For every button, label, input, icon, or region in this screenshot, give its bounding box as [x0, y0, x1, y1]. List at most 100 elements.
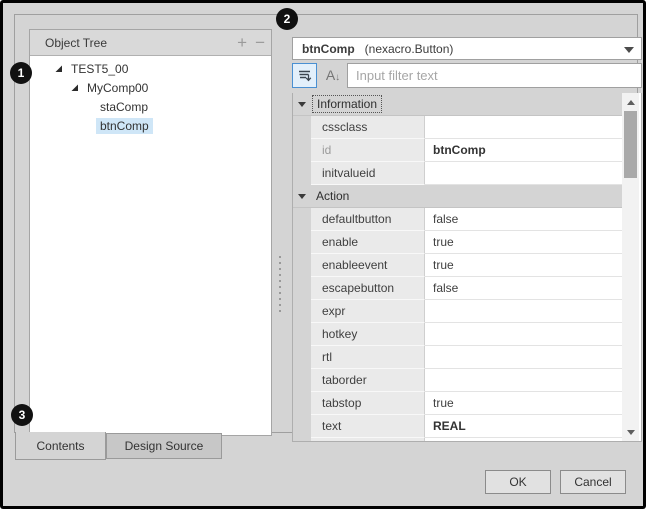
- tree-node-btncomp-selected[interactable]: btnComp: [30, 116, 271, 135]
- remove-node-button[interactable]: −: [255, 34, 265, 51]
- row-gutter: [293, 300, 311, 323]
- property-value[interactable]: false: [425, 208, 623, 231]
- cancel-button[interactable]: Cancel: [560, 470, 626, 494]
- category-row-action[interactable]: Action: [293, 185, 623, 208]
- component-properties-dialog: Object Tree + − TEST5_00 MyComp00: [3, 3, 643, 506]
- ok-button[interactable]: OK: [485, 470, 551, 494]
- object-tree-header: Object Tree + −: [30, 30, 271, 56]
- property-row-hotkey: hotkey: [293, 323, 623, 346]
- collapse-arrow-icon[interactable]: [293, 102, 311, 107]
- property-value[interactable]: [425, 369, 623, 392]
- property-label: hotkey: [311, 323, 425, 346]
- annotation-badge-2: 2: [276, 8, 298, 30]
- property-row-initvalueid: initvalueid: [293, 162, 623, 185]
- property-row-tooltiptext: tooltiptext: [293, 438, 623, 442]
- contents-tab-page: Object Tree + − TEST5_00 MyComp00: [14, 14, 638, 433]
- panel-splitter-handle[interactable]: [278, 256, 283, 312]
- tree-node-mycomp00[interactable]: MyComp00: [30, 78, 271, 97]
- tree-expanded-icon[interactable]: [70, 83, 80, 93]
- property-value[interactable]: [425, 346, 623, 369]
- row-gutter: [293, 415, 311, 438]
- tree-node-label[interactable]: MyComp00: [83, 80, 152, 96]
- categorized-view-icon: [296, 67, 313, 84]
- property-value[interactable]: true: [425, 231, 623, 254]
- property-value[interactable]: [425, 438, 623, 442]
- category-label[interactable]: Information: [312, 95, 382, 113]
- scrollbar-thumb[interactable]: [624, 111, 637, 178]
- alphabetic-sort-icon: A: [326, 65, 335, 85]
- category-row-information[interactable]: Information: [293, 93, 623, 116]
- annotation-badge-1: 1: [10, 62, 32, 84]
- tree-node-label[interactable]: btnComp: [96, 118, 153, 134]
- property-label: initvalueid: [311, 162, 425, 185]
- property-grid: Information cssclass id btnComp i: [292, 93, 642, 442]
- property-label: text: [311, 415, 425, 438]
- categorized-view-button[interactable]: [292, 63, 317, 88]
- property-row-rtl: rtl: [293, 346, 623, 369]
- property-value[interactable]: btnComp: [425, 139, 623, 162]
- property-label: enable: [311, 231, 425, 254]
- row-gutter: [293, 208, 311, 231]
- property-row-escapebutton: escapebutton false: [293, 277, 623, 300]
- vertical-scrollbar[interactable]: [622, 93, 639, 441]
- alphabetic-sort-button[interactable]: A ↓: [321, 65, 345, 87]
- object-tree-title: Object Tree: [45, 36, 107, 50]
- property-row-id: id btnComp: [293, 139, 623, 162]
- row-gutter: [293, 231, 311, 254]
- row-gutter: [293, 162, 311, 185]
- property-row-text: text REAL: [293, 415, 623, 438]
- property-row-tabstop: tabstop true: [293, 392, 623, 415]
- property-row-enableevent: enableevent true: [293, 254, 623, 277]
- down-arrow-icon: ↓: [335, 65, 340, 91]
- tree-expanded-icon[interactable]: [54, 64, 64, 74]
- property-row-taborder: taborder: [293, 369, 623, 392]
- object-tree-panel: Object Tree + − TEST5_00 MyComp00: [29, 29, 272, 436]
- collapse-arrow-icon[interactable]: [293, 194, 311, 199]
- row-gutter: [293, 277, 311, 300]
- tree-node-label[interactable]: TEST5_00: [67, 61, 132, 77]
- property-value[interactable]: [425, 300, 623, 323]
- row-gutter: [293, 116, 311, 139]
- row-gutter: [293, 346, 311, 369]
- category-label[interactable]: Action: [312, 188, 353, 204]
- property-label: tooltiptext: [311, 438, 425, 442]
- object-tree-body: TEST5_00 MyComp00 staComp btnComp: [30, 56, 271, 135]
- property-label: tabstop: [311, 392, 425, 415]
- filter-input[interactable]: [347, 63, 642, 88]
- component-selector-combobox[interactable]: btnComp (nexacro.Button): [292, 37, 642, 60]
- scroll-down-icon[interactable]: [623, 425, 638, 439]
- property-label: expr: [311, 300, 425, 323]
- property-value[interactable]: [425, 162, 623, 185]
- row-gutter: [293, 254, 311, 277]
- selected-component-id: btnComp: [302, 42, 355, 56]
- selected-component-type: (nexacro.Button): [365, 42, 454, 56]
- property-row-expr: expr: [293, 300, 623, 323]
- annotation-badge-3: 3: [11, 404, 33, 426]
- property-value[interactable]: REAL: [425, 415, 623, 438]
- property-label: id: [311, 139, 425, 162]
- tab-contents[interactable]: Contents: [15, 432, 106, 460]
- property-label: rtl: [311, 346, 425, 369]
- tree-node-label[interactable]: staComp: [96, 99, 152, 115]
- chevron-down-icon[interactable]: [624, 47, 634, 53]
- add-node-button[interactable]: +: [237, 34, 247, 51]
- tree-node-stacomp[interactable]: staComp: [30, 97, 271, 116]
- row-gutter: [293, 438, 311, 442]
- property-label: enableevent: [311, 254, 425, 277]
- property-label: cssclass: [311, 116, 425, 139]
- property-value[interactable]: [425, 116, 623, 139]
- row-gutter: [293, 139, 311, 162]
- tab-design-source[interactable]: Design Source: [106, 433, 222, 459]
- property-value[interactable]: true: [425, 254, 623, 277]
- tree-node-test5-00[interactable]: TEST5_00: [30, 59, 271, 78]
- property-row-cssclass: cssclass: [293, 116, 623, 139]
- property-label: defaultbutton: [311, 208, 425, 231]
- property-row-enable: enable true: [293, 231, 623, 254]
- property-value[interactable]: [425, 323, 623, 346]
- property-value[interactable]: false: [425, 277, 623, 300]
- property-label: escapebutton: [311, 277, 425, 300]
- scroll-up-icon[interactable]: [623, 95, 638, 109]
- property-label: taborder: [311, 369, 425, 392]
- row-gutter: [293, 392, 311, 415]
- property-value[interactable]: true: [425, 392, 623, 415]
